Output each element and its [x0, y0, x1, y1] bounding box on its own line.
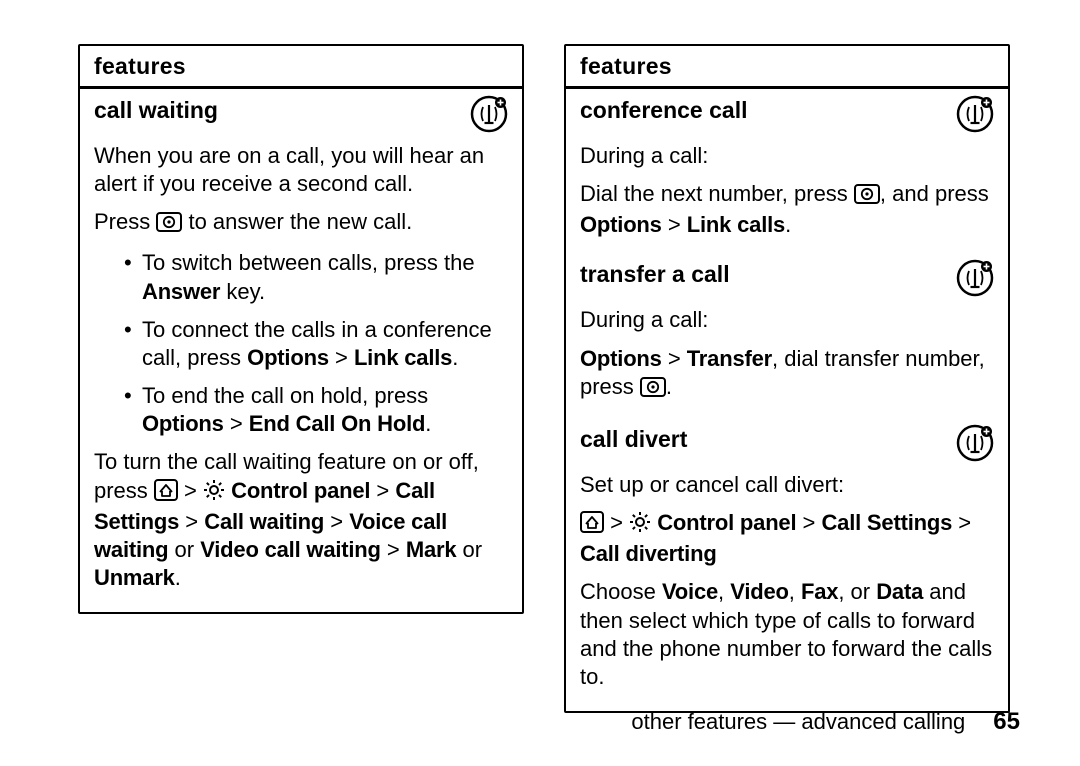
section-title: transfer a call	[580, 259, 730, 288]
antenna-icon	[956, 424, 994, 467]
text: >	[179, 509, 204, 534]
send-key-icon	[156, 211, 182, 239]
text: >	[370, 478, 395, 503]
send-key-icon	[854, 183, 880, 211]
paragraph: When you are on a call, you will hear an…	[94, 142, 508, 198]
gear-icon	[203, 479, 225, 508]
paragraph: Press to answer the new call.	[94, 208, 508, 239]
bold-label: Call waiting	[204, 509, 324, 534]
text: >	[662, 346, 687, 371]
bold-label: Video	[730, 579, 789, 604]
text: , or	[838, 579, 876, 604]
text: >	[224, 411, 249, 436]
text: .	[452, 345, 458, 370]
gear-icon	[629, 511, 651, 540]
right-box-header: features	[566, 46, 1008, 89]
bold-label: Options	[580, 346, 662, 371]
text: Choose	[580, 579, 662, 604]
page-number: 65	[993, 708, 1020, 736]
bold-label: Link calls	[687, 212, 785, 237]
paragraph: Options > Transfer, dial transfer number…	[580, 345, 994, 404]
page-footer: other features — advanced calling 65	[631, 708, 1020, 736]
bold-label: Video call waiting	[200, 537, 381, 562]
bold-label: Call Settings	[821, 510, 952, 535]
section-transfer-call: transfer a call During a call: Options >…	[566, 259, 1008, 423]
antenna-icon	[956, 95, 994, 138]
left-column: features call waiting When you are on a …	[78, 44, 524, 713]
paragraph: During a call:	[580, 142, 994, 170]
section-title: call waiting	[94, 95, 218, 124]
text: To end the call on hold, press	[142, 383, 428, 408]
paragraph: Set up or cancel call divert:	[580, 471, 994, 499]
right-column: features conference call During a call: …	[564, 44, 1010, 713]
bold-label: Options	[142, 411, 224, 436]
footer-text: other features — advanced calling	[631, 709, 965, 735]
section-call-divert: call divert Set up or cancel call divert…	[566, 424, 1008, 711]
bold-label: Unmark	[94, 565, 175, 590]
left-features-box: features call waiting When you are on a …	[78, 44, 524, 614]
text: >	[662, 212, 687, 237]
bold-label: Call diverting	[580, 541, 717, 566]
section-call-waiting: call waiting When you are on a call, you…	[80, 89, 522, 612]
text: key.	[220, 279, 265, 304]
text: >	[604, 510, 629, 535]
text: or	[168, 537, 200, 562]
text: ,	[718, 579, 730, 604]
bold-label: Control panel	[231, 478, 370, 503]
section-title: conference call	[580, 95, 747, 124]
text: >	[952, 510, 971, 535]
paragraph: Dial the next number, press , and press …	[580, 180, 994, 239]
text: Press	[94, 209, 156, 234]
section-title-row: call waiting	[94, 95, 508, 138]
home-key-icon	[580, 511, 604, 540]
section-title-row: call divert	[580, 424, 994, 467]
text: To switch between calls, press the	[142, 250, 475, 275]
bullet-list: To switch between calls, press the Answe…	[94, 249, 508, 438]
text: Dial the next number, press	[580, 181, 854, 206]
right-features-box: features conference call During a call: …	[564, 44, 1010, 713]
send-key-icon	[640, 376, 666, 404]
text: .	[175, 565, 181, 590]
text: ,	[789, 579, 801, 604]
bold-label: Answer	[142, 279, 220, 304]
text: .	[666, 374, 672, 399]
section-conference-call: conference call During a call: Dial the …	[566, 89, 1008, 259]
text: .	[785, 212, 791, 237]
text: or	[456, 537, 482, 562]
paragraph: To turn the call waiting feature on or o…	[94, 448, 508, 592]
text: >	[178, 478, 203, 503]
list-item: To end the call on hold, press Options >…	[124, 382, 508, 438]
section-title-row: transfer a call	[580, 259, 994, 302]
bold-label: End Call On Hold	[249, 411, 425, 436]
list-item: To connect the calls in a conference cal…	[124, 316, 508, 372]
paragraph: Choose Voice, Video, Fax, or Data and th…	[580, 578, 994, 691]
bold-label: Options	[247, 345, 329, 370]
text: >	[329, 345, 354, 370]
bold-label: Link calls	[354, 345, 452, 370]
text: .	[425, 411, 431, 436]
page: features call waiting When you are on a …	[0, 0, 1080, 713]
bold-label: Mark	[406, 537, 457, 562]
bold-label: Options	[580, 212, 662, 237]
list-item: To switch between calls, press the Answe…	[124, 249, 508, 305]
bold-label: Fax	[801, 579, 838, 604]
antenna-icon	[956, 259, 994, 302]
text: >	[324, 509, 349, 534]
bold-label: Voice	[662, 579, 718, 604]
paragraph: During a call:	[580, 306, 994, 334]
section-title: call divert	[580, 424, 687, 453]
bold-label: Transfer	[687, 346, 772, 371]
text: >	[381, 537, 406, 562]
section-title-row: conference call	[580, 95, 994, 138]
left-box-header: features	[80, 46, 522, 89]
text: , and press	[880, 181, 989, 206]
text: to answer the new call.	[182, 209, 412, 234]
bold-label: Control panel	[657, 510, 796, 535]
bold-label: Data	[876, 579, 923, 604]
antenna-icon	[470, 95, 508, 138]
home-key-icon	[154, 479, 178, 508]
text: >	[796, 510, 821, 535]
paragraph: > Control panel > Call Settings > Call d…	[580, 509, 994, 568]
